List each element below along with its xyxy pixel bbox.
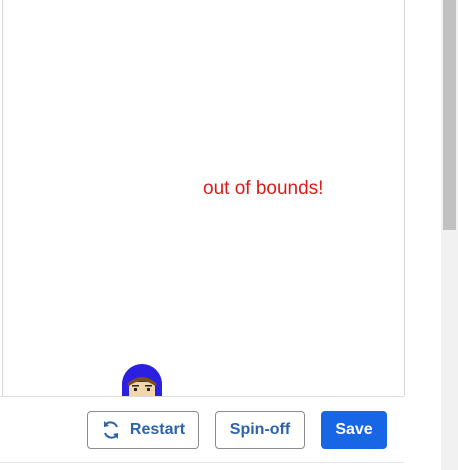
game-stage[interactable]: out of bounds! [2,0,405,396]
spin-off-label: Spin-off [229,421,291,438]
app-page: out of bounds! Restart Spin-off Save [0,0,458,470]
restart-button[interactable]: Restart [87,411,199,449]
action-toolbar: Restart Spin-off Save [0,396,404,470]
restart-label: Restart [129,421,186,438]
character-avatar-icon [122,364,162,396]
status-message: out of bounds! [203,178,324,199]
scrollbar-thumb[interactable] [443,0,456,230]
spin-off-button[interactable]: Spin-off [215,411,305,449]
toolbar-divider [0,462,404,463]
save-label: Save [335,421,373,438]
save-button[interactable]: Save [321,411,387,449]
refresh-icon [101,420,121,440]
